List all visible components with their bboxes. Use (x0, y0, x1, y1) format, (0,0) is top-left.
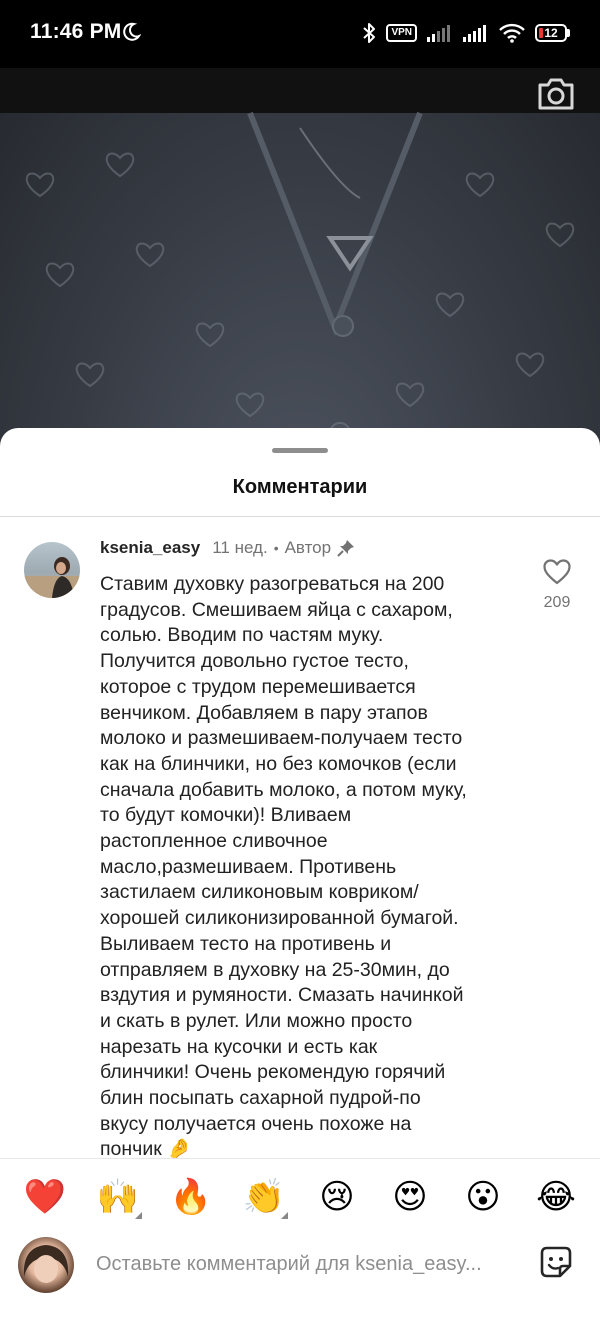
photo-pajama-pattern (25, 111, 575, 444)
comment-header: ksenia_easy 11 нед. • Автор (100, 538, 355, 558)
reaction-tears-of-joy[interactable]: 😂 (534, 1175, 578, 1219)
comment-username[interactable]: ksenia_easy (100, 538, 200, 558)
reaction-emoji: 👏 (242, 1177, 286, 1217)
author-label: Автор (284, 538, 332, 557)
reaction-heart-eyes[interactable]: 😍 (388, 1175, 432, 1219)
status-bar: 11:46 PM VPN 12 (0, 0, 600, 68)
comment-time: 11 нед. (212, 538, 268, 557)
signal-icon (463, 25, 486, 42)
comment-input-bar (0, 1234, 600, 1332)
like-count: 209 (543, 594, 571, 611)
battery-indicator: 12 (535, 24, 570, 42)
sheet-title: Комментарии (232, 476, 368, 498)
reaction-raising-hands[interactable]: 🙌 (96, 1175, 142, 1219)
status-time: 11:46 PM (30, 20, 122, 43)
wifi-icon (499, 23, 525, 43)
reaction-red-heart[interactable]: ❤️ (23, 1175, 67, 1219)
bluetooth-icon (363, 23, 376, 43)
heart-outline-icon[interactable] (543, 559, 571, 585)
comment-text: Ставим духовку разогреваться на 200 град… (100, 573, 467, 1161)
reaction-clapping-hands[interactable]: 👏 (242, 1175, 288, 1219)
skin-tone-indicator (281, 1212, 288, 1219)
signal-icon (427, 25, 450, 42)
camera-icon[interactable] (536, 76, 576, 112)
pin-icon (337, 540, 355, 557)
skin-tone-indicator (135, 1212, 142, 1219)
moon-icon (123, 22, 141, 41)
divider (0, 516, 600, 517)
reaction-emoji: 🙌 (96, 1177, 140, 1217)
battery-level (539, 28, 543, 38)
status-indicators: VPN 12 (362, 18, 570, 48)
post-photo (0, 68, 600, 448)
comment-separator: • (273, 540, 279, 556)
reaction-fire[interactable]: 🔥 (169, 1175, 213, 1219)
comment-input[interactable] (96, 1249, 516, 1279)
drag-handle[interactable] (272, 448, 328, 453)
commenter-avatar[interactable] (24, 542, 80, 598)
reaction-open-mouth-face[interactable]: 😮 (461, 1175, 505, 1219)
reaction-crying-face[interactable]: 😢 (315, 1175, 359, 1219)
vpn-badge: VPN (386, 24, 417, 42)
reaction-bar: ❤️ 🙌 🔥 👏 😢 😍 😮 😂 (0, 1158, 600, 1234)
user-avatar[interactable] (18, 1237, 74, 1293)
sticker-icon[interactable] (538, 1244, 574, 1280)
battery-percent: 12 (544, 26, 558, 40)
